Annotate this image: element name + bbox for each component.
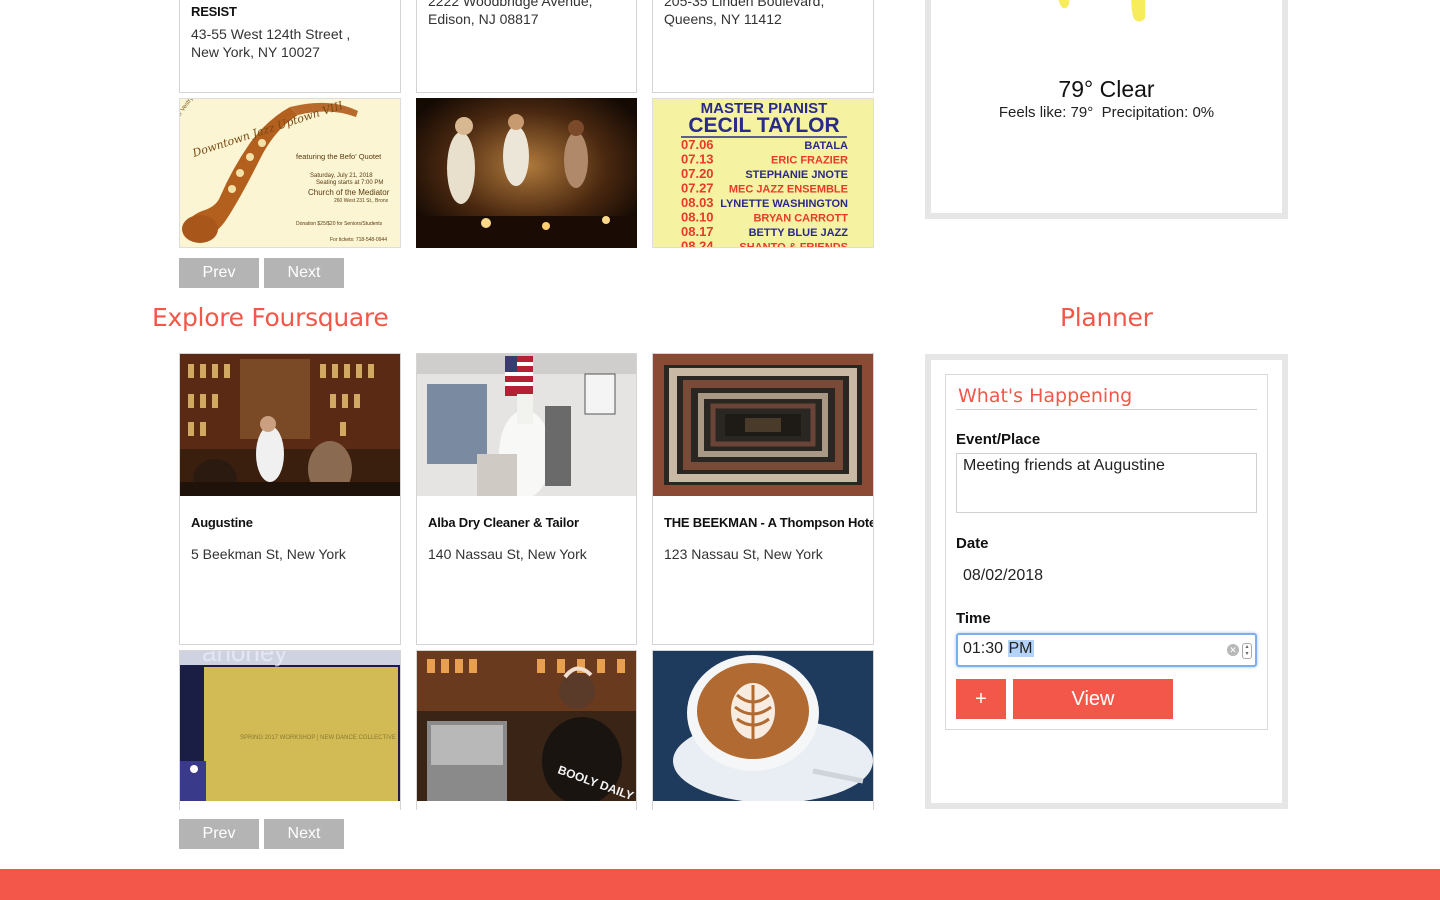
schedule-act: SHANTO & FRIENDS (739, 242, 848, 249)
schedule-date: 07.27 (681, 181, 714, 196)
schedule-act: LYNETTE WASHINGTON (720, 198, 848, 210)
schedule-act: ERIC FRAZIER (771, 155, 848, 167)
date-input[interactable]: 08/02/2018 (956, 561, 1257, 591)
weather-widget: 79° Clear Feels like: 79° Precipitation:… (925, 0, 1288, 219)
event-card[interactable]: 205-35 Linden Boulevard, Queens, NY 1141… (652, 0, 874, 93)
events-next-button[interactable]: Next (264, 258, 344, 288)
venue-card-title: THE BEEKMAN - A Thompson Hotel (664, 515, 874, 530)
foursquare-title: Explore Foursquare (152, 303, 389, 332)
weather-summary: 79° Clear (1058, 76, 1155, 102)
event-card-title: RESIST (191, 4, 237, 19)
flyer-tickets: For tickets: 718-548-0944 (330, 237, 387, 243)
weather-details: Feels like: 79° Precipitation: 0% (998, 104, 1215, 121)
flyer-venue: Church of the Mediator (308, 188, 390, 197)
venue-photo-dance: ahoney SPRING 2017 WORKSHOP | NEW DANCE … (180, 651, 400, 801)
schedule-flyer-graphic: MASTER PIANIST CECIL TAYLOR 07.06 BATALA0… (653, 99, 873, 249)
svg-text:ahoney: ahoney (202, 651, 287, 667)
schedule-act: STEPHANIE JNOTE (745, 169, 848, 181)
venue-card[interactable]: ahoney SPRING 2017 WORKSHOP | NEW DANCE … (179, 650, 401, 810)
foursquare-next-button[interactable]: Next (264, 819, 344, 849)
time-label: Time (956, 610, 991, 627)
clear-time-icon[interactable]: ✕ (1227, 644, 1239, 656)
event-flyer-schedule[interactable]: MASTER PIANIST CECIL TAYLOR 07.06 BATALA 0… (652, 98, 874, 248)
flyer-seating: Seating starts at 7:00 PM (316, 180, 383, 186)
schedule-act: BETTY BLUE JAZZ (749, 227, 849, 239)
venue-card-title: Alba Dry Cleaner & Tailor (428, 515, 579, 530)
venue-photo-atrium (653, 354, 873, 496)
planner-form-title-underline (956, 409, 1257, 410)
time-hour-minute[interactable]: 01:30 (963, 640, 1003, 657)
time-input[interactable]: 01:30 PM ✕ ▴ ▾ (956, 633, 1257, 667)
venue-photo-cafe: BOOLY DAILY (417, 651, 636, 801)
date-label: Date (956, 535, 989, 552)
event-photo-band[interactable] (416, 98, 637, 248)
planner-form: What's Happening Event/Place Meeting fri… (945, 374, 1268, 730)
venue-photo-bar (180, 354, 400, 496)
flyer-heading-2: CECIL TAYLOR (688, 114, 839, 137)
venue-card-address: 123 Nassau St, New York (664, 546, 823, 562)
venue-card[interactable]: Alba Dry Cleaner & Tailor 140 Nassau St,… (416, 353, 637, 645)
planner-panel: What's Happening Event/Place Meeting fri… (925, 354, 1288, 809)
band-photo-graphic (416, 98, 637, 248)
add-plan-button[interactable]: + (956, 679, 1006, 719)
saxophone-flyer-graphic: Mediator Vestry Music Series presents Do… (180, 99, 400, 247)
page-footer (0, 869, 1440, 900)
venue-card[interactable]: BOOLY DAILY (416, 650, 637, 810)
event-place-input[interactable]: Meeting friends at Augustine (956, 453, 1257, 513)
schedule-date: 08.10 (681, 210, 714, 225)
event-card-address: 2222 Woodbridge Avenue, Edison, NJ 08817 (428, 0, 593, 27)
flyer-venue-address: 260 West 231 St., Bronx (334, 198, 389, 204)
planner-title: Planner (1060, 303, 1153, 332)
view-plans-button[interactable]: View (1013, 679, 1173, 719)
schedule-date: 07.06 (681, 137, 714, 152)
schedule-act: MEC JAZZ ENSEMBLE (729, 184, 848, 196)
time-period[interactable]: PM (1007, 640, 1034, 657)
schedule-date: 08.17 (681, 224, 714, 239)
foursquare-prev-button[interactable]: Prev (179, 819, 259, 849)
venue-card-address: 140 Nassau St, New York (428, 546, 587, 562)
schedule-act: BATALA (804, 140, 848, 152)
schedule-date: 08.24 (681, 239, 714, 249)
sun-icon (1058, 0, 1145, 22)
venue-card-address: 5 Beekman St, New York (191, 546, 346, 562)
event-flyer-image[interactable]: Mediator Vestry Music Series presents Do… (179, 98, 401, 248)
schedule-date: 08.03 (681, 195, 714, 210)
venue-photo-tailor (417, 354, 636, 496)
time-stepper-icon[interactable]: ▴ ▾ (1242, 643, 1252, 659)
event-card[interactable]: 2222 Woodbridge Avenue, Edison, NJ 08817 (416, 0, 637, 93)
flyer-donation: Donation $25/$20 for Seniors/Students (296, 221, 383, 227)
flyer-date: Saturday, July 21, 2018 (310, 173, 373, 179)
venue-card[interactable]: Augustine 5 Beekman St, New York (179, 353, 401, 645)
event-card-address: 43-55 West 124th Street , New York, NY 1… (191, 26, 351, 60)
venue-card[interactable] (652, 650, 874, 810)
schedule-date: 07.20 (681, 166, 714, 181)
event-card[interactable]: RESIST 43-55 West 124th Street , New Yor… (179, 0, 401, 93)
venue-card-title: Augustine (191, 515, 253, 530)
event-card-address: 205-35 Linden Boulevard, Queens, NY 1141… (664, 0, 825, 27)
venue-photo-latte (653, 651, 873, 801)
event-place-label: Event/Place (956, 431, 1041, 448)
events-prev-button[interactable]: Prev (179, 258, 259, 288)
schedule-date: 07.13 (681, 152, 714, 167)
venue-card[interactable]: THE BEEKMAN - A Thompson Hotel 123 Nassa… (652, 353, 874, 645)
schedule-act: BRYAN CARROTT (753, 213, 848, 225)
planner-form-title: What's Happening (958, 385, 1133, 407)
flyer-featuring: featuring the Befo' Quotet (296, 152, 382, 161)
dance-book-text: SPRING 2017 WORKSHOP | NEW DANCE COLLECT… (240, 735, 396, 741)
